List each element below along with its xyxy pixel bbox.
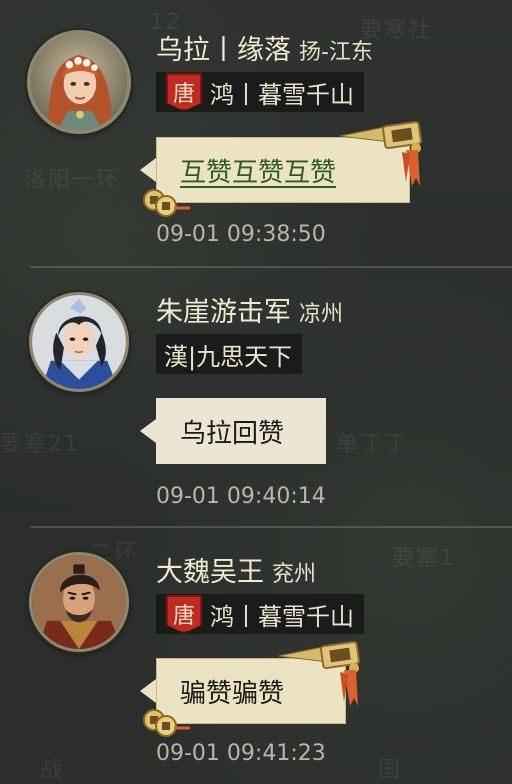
message-text: 骗赞骗赞 [180,678,285,709]
faction-badge-icon: 唐 [166,595,202,633]
sender-name-row: 乌拉丨缘落 扬-江东 [156,28,373,67]
message-timestamp: 09-01 09:41:23 [156,741,326,766]
bg-map-label: 国 [378,758,403,783]
sender-name-row: 大魏吴王 兖州 [156,550,316,589]
bg-map-label: 要塞21 [0,432,80,457]
bearded-general-portrait-icon[interactable] [29,552,129,652]
alliance-tag[interactable]: 唐 鸿丨暮雪千山 [156,72,364,112]
alliance-tag[interactable]: 唐 鸿丨暮雪千山 [156,594,364,634]
coin-ornament-icon [143,189,190,217]
message-timestamp: 09-01 09:38:50 [156,222,326,247]
chat-screen: 洛阳一环 12 要塞21 单丁丁 二环 要塞1 战 国 要寒社 乌拉丨缘落 扬-… [0,0,512,784]
message-divider [30,266,512,268]
female-general-portrait-icon[interactable] [27,30,131,134]
alliance-name: 鸿丨暮雪千山 [210,602,354,631]
player-region: 凉州 [299,302,344,327]
bg-map-label: 洛阳一环 [24,168,121,193]
faction-badge-icon: 唐 [166,73,202,111]
sender-name-row: 朱崖游击军 凉州 [156,290,343,329]
alliance-tag[interactable]: 漢|九思天下 [156,334,303,374]
chat-bubble[interactable]: 乌拉回赞 [140,398,326,464]
coin-ornament-icon [277,640,360,706]
young-general-portrait-icon[interactable] [29,292,129,392]
message-text[interactable]: 互赞互赞互赞 [180,152,336,189]
message-divider [30,526,512,528]
player-name[interactable]: 朱崖游击军 [156,290,291,329]
message-text: 乌拉回赞 [180,418,285,449]
bg-map-label: 战 [40,758,65,783]
player-name[interactable]: 乌拉丨缘落 [156,28,291,67]
coin-ornament-icon [143,709,190,737]
alliance-name: 漢|九思天下 [164,342,293,371]
player-region: 扬-江东 [299,40,373,65]
player-name[interactable]: 大魏吴王 [156,550,264,589]
bg-map-label: 要塞1 [392,546,456,571]
player-region: 兖州 [272,562,317,587]
bg-map-label: 单丁丁 [336,432,409,457]
alliance-name: 鸿丨暮雪千山 [210,80,354,109]
coin-ornament-icon [339,120,422,186]
message-timestamp: 09-01 09:40:14 [156,484,326,509]
